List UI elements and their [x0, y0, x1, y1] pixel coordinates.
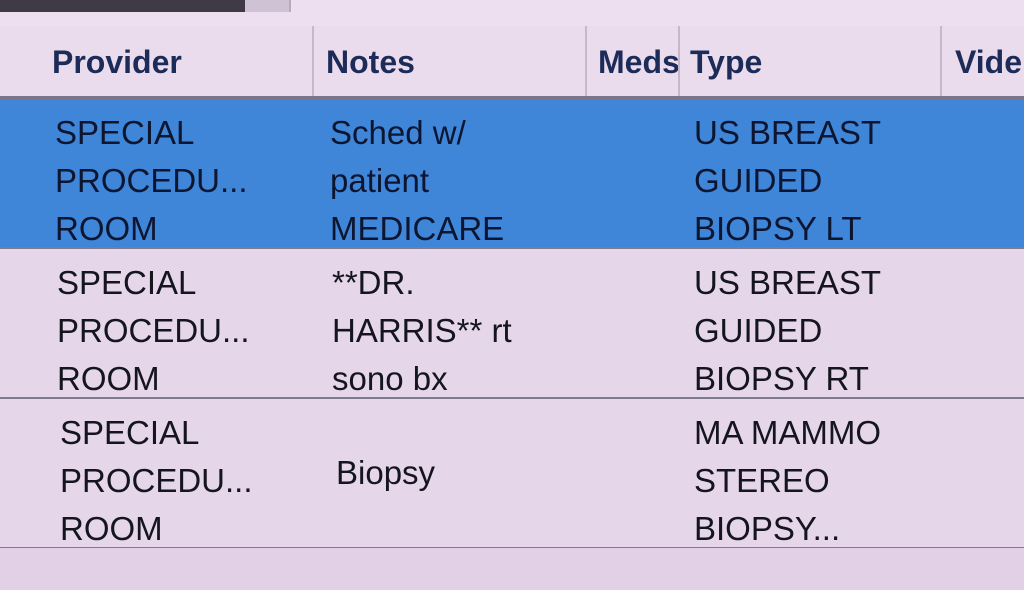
type-cell: US BREAST GUIDED BIOPSY RT [694, 264, 882, 397]
grid-header-row: Provider Notes Meds Type Vide [0, 26, 1024, 99]
column-header-provider[interactable]: Provider [52, 26, 307, 96]
tab-edge [245, 0, 291, 12]
type-cell: MA MAMMO STEREO BIOPSY... [694, 414, 881, 547]
type-cell: US BREAST GUIDED BIOPSY LT [694, 114, 882, 247]
notes-cell: Biopsy [336, 454, 436, 491]
appointments-grid: Provider Notes Meds Type Vide SPECIAL PR… [0, 26, 1024, 549]
column-divider[interactable] [585, 26, 587, 96]
column-header-notes[interactable]: Notes [326, 26, 581, 96]
table-row[interactable]: SPECIAL PROCEDU... ROOM Biopsy MA MAMMO … [0, 399, 1024, 549]
table-row[interactable]: SPECIAL PROCEDU... ROOM **DR. HARRIS** r… [0, 249, 1024, 399]
top-toolbar-strip [0, 0, 1024, 26]
column-header-video[interactable]: Vide [955, 26, 1024, 96]
empty-grid-area [0, 548, 1024, 590]
provider-cell: SPECIAL PROCEDU... ROOM [55, 114, 248, 247]
column-header-meds[interactable]: Meds [598, 26, 678, 96]
dark-tab-region [0, 0, 245, 12]
provider-cell: SPECIAL PROCEDU... ROOM [57, 264, 250, 397]
table-row-selected[interactable]: SPECIAL PROCEDU... ROOM Sched w/ patient… [0, 99, 1024, 249]
notes-cell: Sched w/ patient MEDICARE [330, 114, 505, 247]
column-divider[interactable] [678, 26, 680, 96]
notes-cell: **DR. HARRIS** rt sono bx [332, 264, 512, 397]
provider-cell: SPECIAL PROCEDU... ROOM [60, 414, 253, 547]
column-divider[interactable] [940, 26, 942, 96]
column-header-type[interactable]: Type [690, 26, 935, 96]
column-divider[interactable] [312, 26, 314, 96]
